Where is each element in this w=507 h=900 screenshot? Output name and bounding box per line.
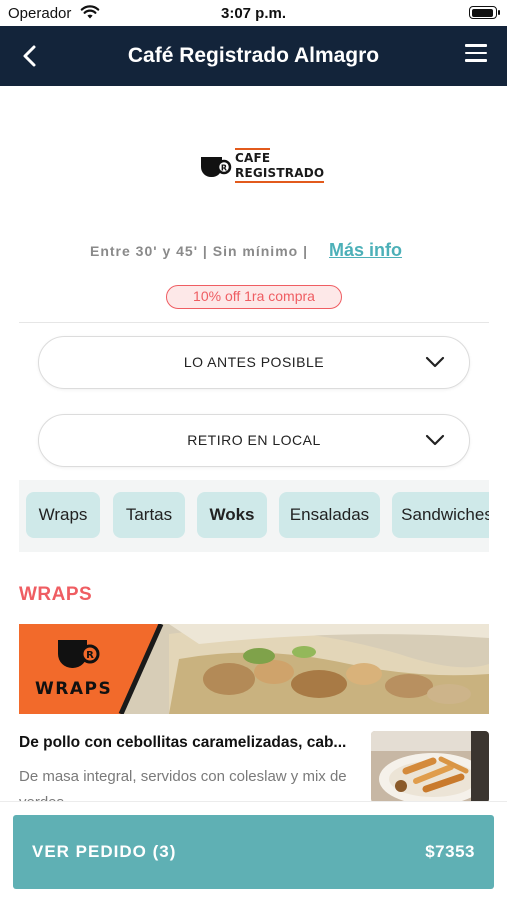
status-bar: Operador 3:07 p.m. [0,0,507,26]
delivery-method-dropdown-value: RETIRO EN LOCAL [187,432,321,448]
product-name[interactable]: De pollo con cebollitas caramelizadas, c… [19,734,364,752]
product-image[interactable] [371,731,489,803]
back-chevron-icon[interactable] [14,40,46,72]
schedule-dropdown[interactable]: LO ANTES POSIBLE [38,336,470,389]
battery-icon [469,6,500,19]
clock: 3:07 p.m. [220,5,287,22]
product-description: De masa integral, servidos con coleslaw … [19,768,347,804]
promo-badge: 10% off 1ra compra [166,285,342,309]
nav-bar: Café Registrado Almagro [0,26,507,86]
order-footer: VER PEDIDO (3) $7353 [0,801,507,900]
coffee-cup-icon: R [57,638,103,675]
logo-line-1: CAFE [235,148,271,166]
hamburger-menu-icon[interactable] [465,44,487,64]
svg-text:R: R [86,650,94,661]
category-banner: R WRAPS [19,624,489,714]
more-info-link[interactable]: Más info [329,240,402,261]
delivery-method-dropdown[interactable]: RETIRO EN LOCAL [38,414,470,467]
page-title: Café Registrado Almagro [127,44,380,67]
category-tabs: Wraps Tartas Woks Ensaladas Sandwiches [19,480,489,552]
chevron-down-icon [425,433,445,452]
logo-line-2: REGISTRADO [235,166,325,183]
category-chip-ensaladas[interactable]: Ensaladas [279,492,380,538]
coffee-cup-icon: R [200,155,232,184]
svg-text:R: R [221,164,227,173]
category-chip-tartas[interactable]: Tartas [113,492,185,538]
category-chip-wraps[interactable]: Wraps [26,492,100,538]
chevron-down-icon [425,355,445,374]
logo-wordmark: CAFE REGISTRADO [235,148,325,183]
view-order-button[interactable]: VER PEDIDO (3) $7353 [13,815,494,889]
view-order-label: VER PEDIDO (3) [32,842,177,861]
category-chip-sandwiches[interactable]: Sandwiches [392,492,489,538]
store-logo: R CAFE REGISTRADO [200,148,325,186]
schedule-dropdown-value: LO ANTES POSIBLE [183,354,325,370]
order-total: $7353 [425,842,475,861]
section-title: WRAPS [19,584,93,605]
category-chip-woks[interactable]: Woks [197,492,267,538]
divider [19,322,489,323]
delivery-time-info: Entre 30' y 45' | Sin mínimo | [90,243,308,259]
banner-label: WRAPS [35,679,113,699]
store-info-row: Entre 30' y 45' | Sin mínimo | Más info [0,240,507,262]
